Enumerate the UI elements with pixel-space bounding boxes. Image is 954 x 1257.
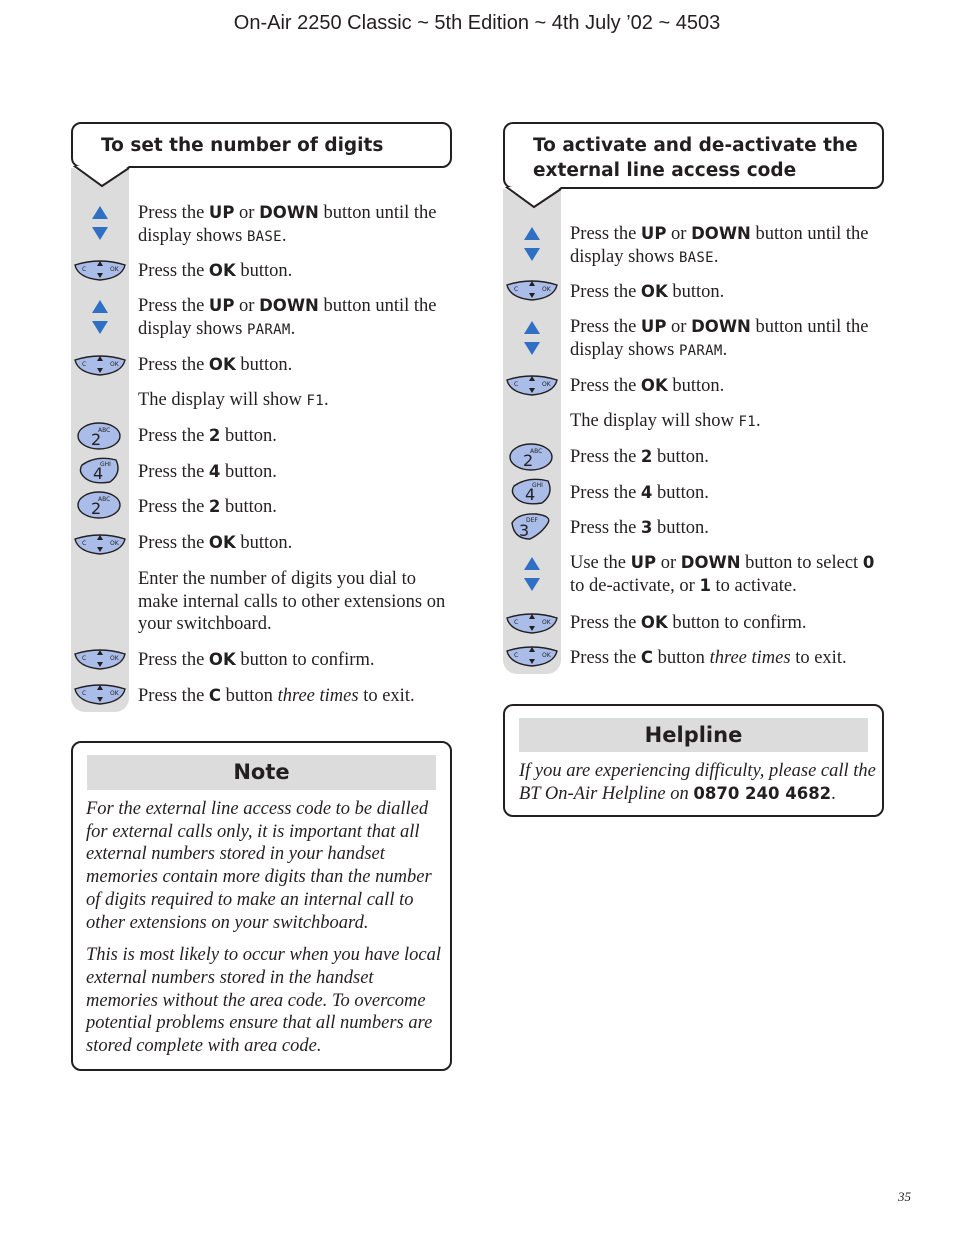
key-2-icon	[76, 421, 122, 451]
ok-nav-key-icon	[72, 647, 128, 671]
section-title-box: To set the number of digits	[71, 122, 452, 168]
step-7: Press the 4 button.	[138, 462, 277, 482]
key-4-icon	[76, 455, 122, 485]
helpline-body: If you are experiencing difficulty, plea…	[519, 761, 876, 804]
step-4: Press the OK button.	[138, 355, 293, 375]
callout-pointer	[71, 166, 130, 188]
ok-nav-key-icon	[504, 373, 560, 397]
step-1: Press the UP or DOWN button until the di…	[138, 203, 437, 246]
step-4: Press the OK button.	[570, 376, 725, 396]
section-title: To set the number of digits	[101, 135, 384, 156]
step-7: Press the 4 button.	[570, 483, 709, 503]
ok-nav-key-icon	[72, 258, 128, 282]
step-11: Press the OK button to confirm.	[138, 650, 375, 670]
step-11: Press the C button three times to exit.	[570, 648, 847, 668]
key-4-icon	[508, 476, 554, 506]
ok-nav-key-icon	[504, 278, 560, 302]
step-1: Press the UP or DOWN button until the di…	[570, 224, 869, 267]
up-down-arrows-icon	[522, 225, 542, 265]
note-paragraph-1: For the external line access code to be …	[86, 799, 432, 933]
ok-nav-key-icon	[72, 682, 128, 706]
step-2: Press the OK button.	[138, 261, 293, 281]
key-2-icon	[508, 442, 554, 472]
note-paragraph-2: This is most likely to occur when you ha…	[86, 945, 442, 1057]
ok-nav-key-icon	[72, 532, 128, 556]
note-body: For the external line access code to be …	[86, 798, 446, 1058]
key-3-icon	[508, 511, 554, 541]
section-title-line-1: To activate and de-activate the	[533, 135, 858, 156]
access-code-section: To activate and de-activate the external…	[503, 122, 884, 674]
step-6: Press the 2 button.	[570, 447, 709, 467]
step-10: Enter the number of digits you dial to m…	[138, 569, 446, 634]
up-down-arrows-icon	[522, 319, 542, 359]
up-down-arrows-icon	[522, 555, 542, 595]
step-9: Use the UP or DOWN button to select 0 to…	[570, 553, 875, 596]
helpline-box: Helpline If you are experiencing difficu…	[503, 704, 884, 817]
section-title-line-2: external line access code	[533, 160, 797, 181]
step-5: The display will show F1.	[138, 390, 329, 410]
document-header: On-Air 2250 Classic ~ 5th Edition ~ 4th …	[233, 12, 721, 34]
step-8: Press the 3 button.	[570, 518, 709, 538]
step-3: Press the UP or DOWN button until the di…	[138, 296, 437, 339]
ok-nav-key-icon	[504, 611, 560, 635]
up-down-arrows-icon	[90, 204, 110, 244]
step-3: Press the UP or DOWN button until the di…	[570, 317, 869, 360]
step-12: Press the C button three times to exit.	[138, 686, 415, 706]
step-2: Press the OK button.	[570, 282, 725, 302]
ok-nav-key-icon	[504, 644, 560, 668]
step-8: Press the 2 button.	[138, 497, 277, 517]
helpline-phone: 0870 240 4682	[693, 783, 832, 803]
set-digits-section: To set the number of digits Press the UP…	[71, 122, 452, 712]
step-6: Press the 2 button.	[138, 426, 277, 446]
up-down-arrows-icon	[90, 298, 110, 338]
ok-nav-key-icon	[72, 353, 128, 377]
callout-pointer	[503, 187, 562, 209]
step-9: Press the OK button.	[138, 533, 293, 553]
helpline-heading: Helpline	[519, 718, 868, 752]
note-heading: Note	[87, 755, 436, 790]
section-title-box: To activate and de-activate the external…	[503, 122, 884, 189]
note-box: Note For the external line access code t…	[71, 741, 452, 1071]
step-5: The display will show F1.	[570, 411, 761, 431]
page-number: 35	[898, 1189, 911, 1204]
key-2-icon	[76, 490, 122, 520]
step-10: Press the OK button to confirm.	[570, 613, 807, 633]
